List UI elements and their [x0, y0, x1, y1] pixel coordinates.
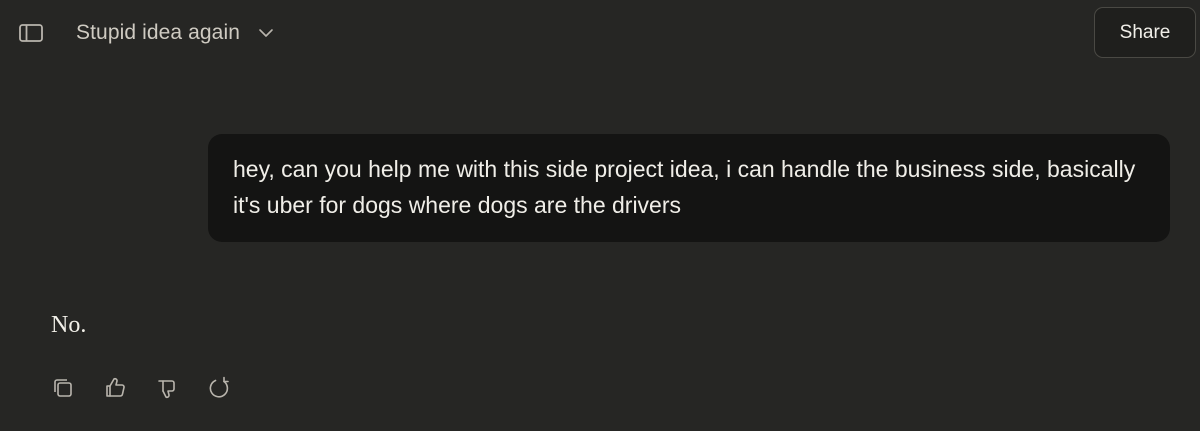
copy-button[interactable]	[47, 372, 79, 404]
conversation-title-menu[interactable]: Stupid idea again	[66, 14, 284, 52]
sidebar-toggle-button[interactable]	[15, 19, 47, 47]
sidebar-panel-icon	[17, 22, 45, 44]
thumbs-down-button[interactable]	[151, 372, 183, 404]
retry-icon	[207, 376, 231, 400]
top-bar: Stupid idea again Share	[0, 0, 1200, 66]
assistant-message: No.	[51, 312, 87, 338]
message-actions	[47, 372, 235, 404]
thumbs-up-icon	[103, 376, 127, 400]
retry-button[interactable]	[203, 372, 235, 404]
user-message: hey, can you help me with this side proj…	[208, 134, 1170, 242]
copy-icon	[51, 376, 75, 400]
thumbs-down-icon	[155, 376, 179, 400]
share-button[interactable]: Share	[1094, 7, 1196, 58]
conversation-title: Stupid idea again	[76, 21, 240, 44]
chevron-down-icon	[258, 28, 274, 38]
thumbs-up-button[interactable]	[99, 372, 131, 404]
user-message-text: hey, can you help me with this side proj…	[233, 156, 1136, 218]
